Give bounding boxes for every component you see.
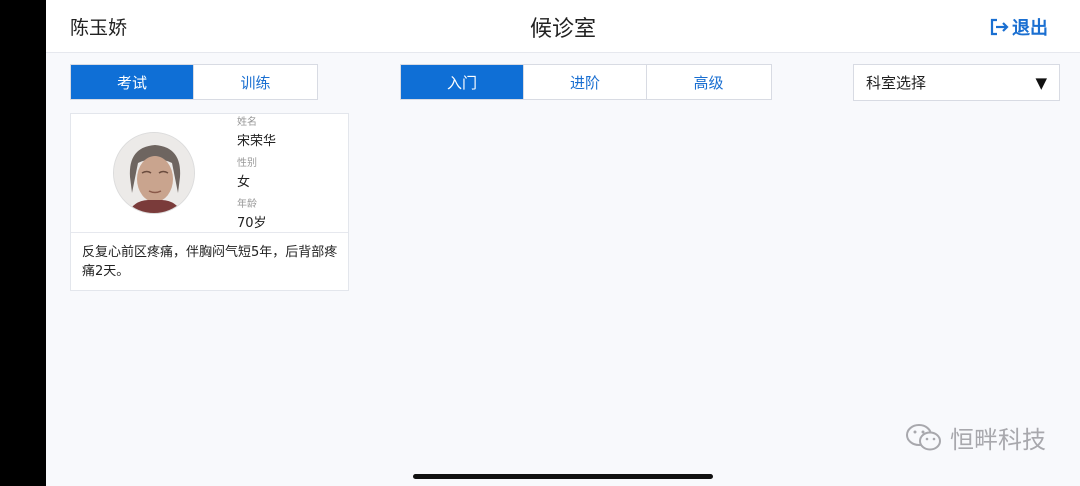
tab-advanced[interactable]: 高级 (647, 65, 770, 99)
wechat-icon (906, 423, 941, 450)
level-tabs: 入门 进阶 高级 (400, 64, 772, 100)
logout-button[interactable]: 退出 (990, 14, 1048, 40)
patient-avatar (113, 132, 195, 214)
chief-complaint: 反复心前区疼痛，伴胸闷气短5年，后背部疼痛2天。 (82, 245, 338, 279)
home-indicator[interactable] (413, 474, 713, 479)
top-bar: 陈玉娇 候诊室 退出 (46, 0, 1080, 53)
card-divider (71, 232, 348, 233)
watermark: 恒畔科技 (904, 420, 1046, 455)
gender-label: 性别 (237, 158, 257, 169)
tab-exam[interactable]: 考试 (71, 65, 194, 99)
patient-photo-icon (114, 133, 194, 213)
patient-name: 宋荣华 (237, 134, 277, 149)
department-select-label: 科室选择 (866, 74, 927, 92)
tab-intermediate[interactable]: 进阶 (524, 65, 647, 99)
logout-icon (990, 18, 1009, 36)
patient-age: 70岁 (237, 216, 267, 231)
patient-card[interactable]: 姓名 宋荣华 性别 女 年龄 70岁 反复心前区疼痛，伴胸闷气短5年，后背部疼痛… (70, 113, 349, 291)
department-select[interactable]: 科室选择 ▼ (853, 64, 1060, 101)
page-title: 候诊室 (529, 17, 596, 42)
patient-gender: 女 (237, 175, 251, 190)
tab-training[interactable]: 训练 (194, 65, 317, 99)
logout-label: 退出 (1012, 18, 1048, 39)
name-label: 姓名 (237, 117, 257, 128)
watermark-text: 恒畔科技 (950, 426, 1046, 454)
tab-beginner[interactable]: 入门 (401, 65, 524, 99)
age-label: 年龄 (237, 199, 257, 210)
patient-info: 姓名 宋荣华 性别 女 年龄 70岁 (237, 116, 276, 239)
mode-tabs: 考试 训练 (70, 64, 318, 100)
dropdown-arrow-icon: ▼ (1035, 73, 1047, 92)
app-screen: 陈玉娇 候诊室 退出 考试 训练 入门 进阶 高级 科室选择 ▼ 姓名 宋荣华 … (46, 0, 1080, 486)
